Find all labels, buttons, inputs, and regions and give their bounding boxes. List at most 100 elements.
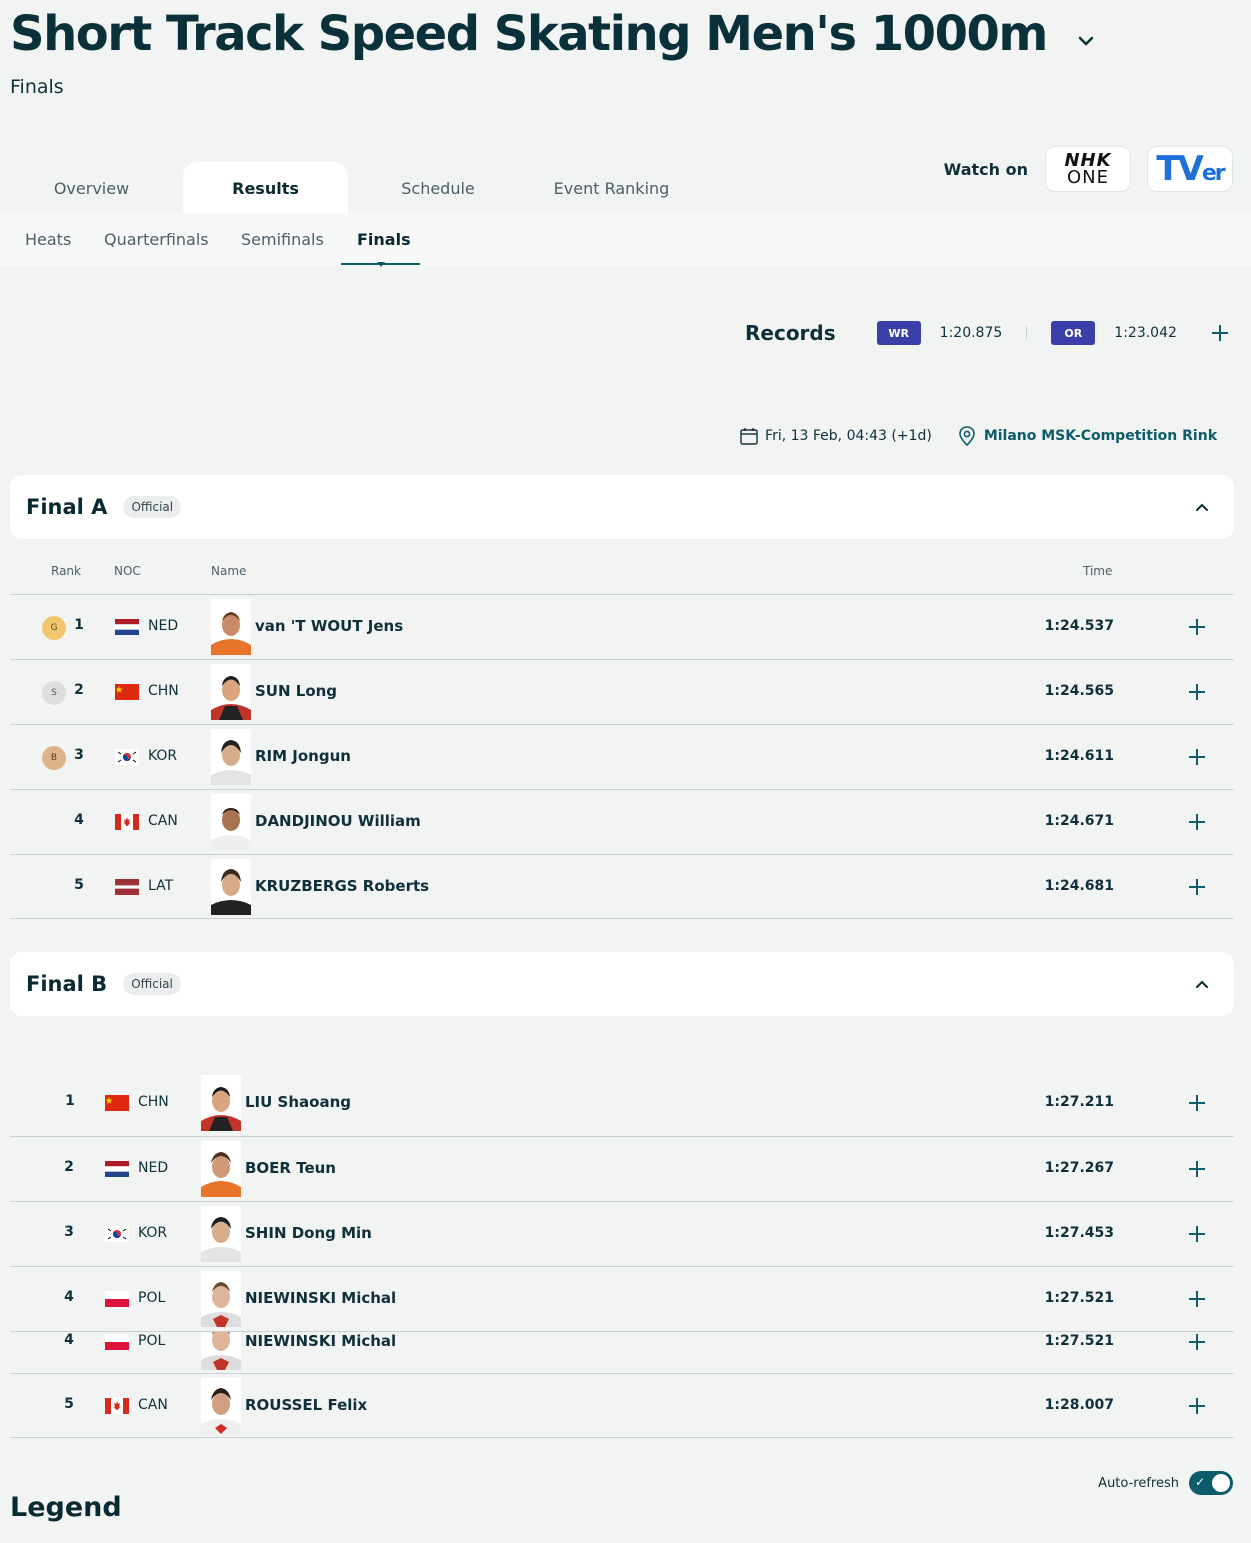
auto-refresh-toggle[interactable]: ✓: [1189, 1471, 1233, 1495]
athlete-name-link[interactable]: BOER Teun: [245, 1159, 336, 1177]
final-a-title: Final A: [26, 495, 108, 519]
records-expand-plus-icon[interactable]: [1211, 324, 1229, 342]
expand-row-plus-icon[interactable]: [1188, 683, 1206, 701]
expand-row-plus-icon[interactable]: [1188, 1225, 1206, 1243]
expand-row-plus-icon[interactable]: [1188, 618, 1206, 636]
result-time: 1:27.211: [1044, 1094, 1114, 1110]
expand-row-plus-icon[interactable]: [1188, 1094, 1206, 1112]
athlete-photo: [211, 794, 251, 850]
location-pin-icon: [959, 426, 975, 446]
athlete-photo: [211, 729, 251, 785]
athlete-name-link[interactable]: NIEWINSKI Michal: [245, 1332, 396, 1350]
noc-code: NED: [138, 1160, 169, 1176]
subtab-semifinals[interactable]: Semifinals: [241, 213, 324, 266]
result-row[interactable]: 4 CAN DANDJINOU William 1:24.671: [10, 789, 1234, 854]
noc-code: CHN: [138, 1094, 169, 1110]
final-b-title: Final B: [26, 972, 108, 996]
watch-on-label: Watch on: [943, 159, 1028, 179]
athlete-photo: [201, 1075, 241, 1131]
tver-logo: TVer: [1156, 149, 1226, 189]
expand-row-plus-icon[interactable]: [1188, 1397, 1206, 1415]
china-flag-icon: [115, 684, 139, 700]
final-b-status-badge: Official: [123, 973, 181, 995]
athlete-name-link[interactable]: DANDJINOU William: [255, 812, 421, 830]
event-venue-link[interactable]: Milano MSK-Competition Rink: [984, 428, 1217, 444]
result-time: 1:24.565: [1044, 683, 1114, 699]
result-time: 1:27.521: [1044, 1290, 1114, 1306]
page-title: Short Track Speed Skating Men's 1000m: [10, 6, 1048, 62]
athlete-name-link[interactable]: SUN Long: [255, 682, 337, 700]
result-row[interactable]: 1 CHN LIU Shaoang 1:27.211: [10, 1071, 1234, 1136]
check-icon: ✓: [1195, 1475, 1206, 1489]
column-header-noc: NOC: [114, 564, 141, 578]
expand-row-plus-icon[interactable]: [1188, 1160, 1206, 1178]
records-divider: [1026, 326, 1028, 340]
expand-row-plus-icon[interactable]: [1188, 1290, 1206, 1308]
athlete-name-link[interactable]: KRUZBERGS Roberts: [255, 877, 429, 895]
rank-value: 2: [64, 1159, 74, 1175]
result-row[interactable]: 4 POL NIEWINSKI Michal 1:27.521: [10, 1266, 1234, 1331]
page-header: Short Track Speed Skating Men's 1000m: [10, 4, 1097, 64]
gold-medal-icon: G: [42, 616, 66, 640]
wr-value: 1:20.875: [939, 325, 1003, 341]
athlete-name-link[interactable]: LIU Shaoang: [245, 1093, 351, 1111]
subtab-heats[interactable]: Heats: [25, 213, 71, 266]
latvia-flag-icon: [115, 879, 139, 895]
result-time: 1:24.681: [1044, 878, 1114, 894]
rank-value: 3: [64, 1224, 74, 1240]
final-b-header[interactable]: Final B Official: [10, 952, 1234, 1016]
chevron-up-icon[interactable]: [1194, 976, 1210, 992]
netherlands-flag-icon: [115, 619, 139, 635]
active-subtab-caret: [377, 262, 385, 267]
athlete-name-link[interactable]: RIM Jongun: [255, 747, 351, 765]
result-row[interactable]: 5 CAN ROUSSEL Felix 1:28.007: [10, 1373, 1234, 1438]
expand-row-plus-icon[interactable]: [1188, 813, 1206, 831]
korea-flag-icon: [115, 749, 139, 765]
result-row[interactable]: 2 NED BOER Teun 1:27.267: [10, 1136, 1234, 1201]
tab-event-ranking[interactable]: Event Ranking: [528, 162, 695, 214]
expand-row-plus-icon[interactable]: [1188, 1333, 1206, 1351]
result-row[interactable]: B 3 KOR RIM Jongun 1:24.611: [10, 724, 1234, 789]
athlete-name-link[interactable]: SHIN Dong Min: [245, 1224, 372, 1242]
toggle-knob: [1212, 1474, 1230, 1492]
noc-code: KOR: [138, 1225, 168, 1241]
event-datetime: Fri, 13 Feb, 04:43 (+1d): [765, 428, 932, 444]
expand-row-plus-icon[interactable]: [1188, 748, 1206, 766]
calendar-icon: [740, 428, 758, 445]
event-info: Fri, 13 Feb, 04:43 (+1d) Milano MSK-Comp…: [739, 426, 1217, 446]
nhk-one-logo-button[interactable]: NHK ONE: [1045, 146, 1131, 192]
athlete-name-link[interactable]: van 'T WOUT Jens: [255, 617, 403, 635]
final-a-header[interactable]: Final A Official: [10, 475, 1234, 539]
athlete-name-link[interactable]: NIEWINSKI Michal: [245, 1289, 396, 1307]
or-value: 1:23.042: [1114, 325, 1177, 341]
expand-row-plus-icon[interactable]: [1188, 878, 1206, 896]
tver-logo-main: TV: [1156, 149, 1203, 189]
subtab-finals[interactable]: Finals: [357, 213, 411, 266]
tab-overview[interactable]: Overview: [0, 162, 183, 214]
athlete-photo: [201, 1141, 241, 1197]
result-row[interactable]: G 1 NED van 'T WOUT Jens 1:24.537: [10, 594, 1234, 659]
chevron-down-icon[interactable]: [1075, 30, 1097, 52]
rank-value: 4: [74, 812, 84, 828]
tver-logo-suffix: er: [1201, 161, 1226, 186]
rank-value: 5: [64, 1396, 74, 1412]
tab-results[interactable]: Results: [183, 162, 348, 214]
result-row[interactable]: S 2 CHN SUN Long 1:24.565: [10, 659, 1234, 724]
subtab-quarterfinals[interactable]: Quarterfinals: [104, 213, 209, 266]
wr-badge: WR: [876, 321, 921, 345]
netherlands-flag-icon: [105, 1161, 129, 1177]
poland-flag-icon: [105, 1291, 129, 1307]
result-row-duplicate[interactable]: 4 POL NIEWINSKI Michal 1:27.521: [10, 1331, 1234, 1373]
nhk-logo-top: NHK: [1064, 149, 1112, 171]
athlete-name-link[interactable]: ROUSSEL Felix: [245, 1396, 367, 1414]
noc-code: POL: [138, 1290, 166, 1306]
tver-logo-button[interactable]: TVer: [1147, 146, 1233, 192]
rank-value: 2: [74, 682, 84, 698]
canada-flag-icon: [105, 1398, 129, 1414]
chevron-up-icon[interactable]: [1194, 499, 1210, 515]
rank-value: 5: [74, 877, 84, 893]
result-row[interactable]: 3 KOR SHIN Dong Min 1:27.453: [10, 1201, 1234, 1266]
tab-schedule[interactable]: Schedule: [348, 162, 528, 214]
column-header-rank: Rank: [51, 564, 81, 578]
result-row[interactable]: 5 LAT KRUZBERGS Roberts 1:24.681: [10, 854, 1234, 919]
